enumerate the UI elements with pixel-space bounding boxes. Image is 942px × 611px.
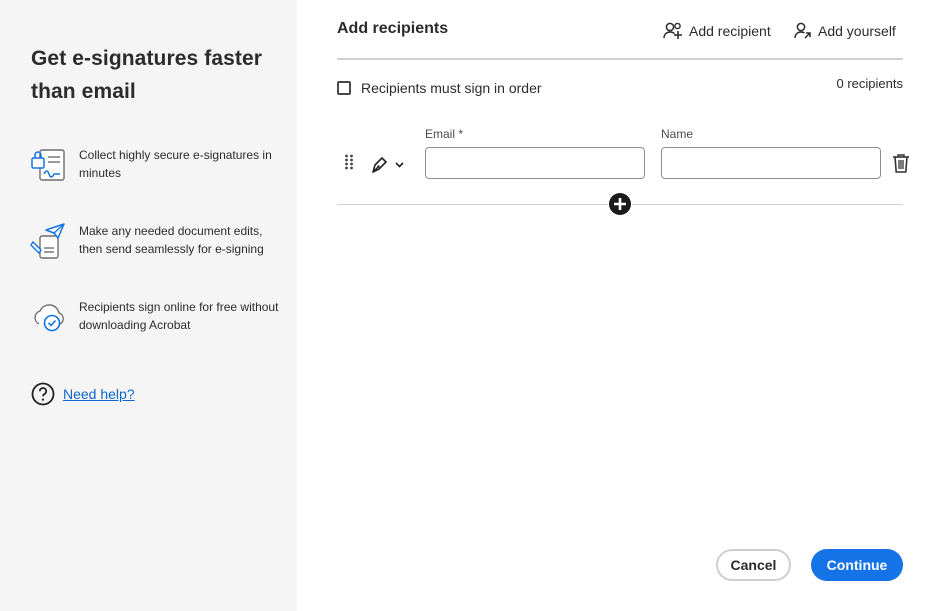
add-recipient-button[interactable]: Add recipient	[663, 20, 771, 42]
required-marker: *	[458, 127, 464, 141]
role-selector[interactable]	[369, 154, 409, 174]
page-title: Add recipients	[337, 20, 449, 37]
feature-secure-signatures: Collect highly secure e-signatures in mi…	[30, 146, 290, 186]
email-label-group: Email *	[425, 127, 463, 141]
feature-text: Recipients sign online for free without …	[79, 300, 279, 332]
need-help-link[interactable]: Need help?	[63, 386, 135, 402]
drag-handle-icon[interactable]	[344, 154, 354, 170]
feature-sign-online: Recipients sign online for free without …	[30, 298, 290, 338]
add-recipient-plus-icon[interactable]	[608, 192, 632, 216]
pen-icon	[372, 157, 387, 173]
sign-in-order-checkbox[interactable]	[337, 81, 351, 95]
continue-button[interactable]: Continue	[811, 549, 903, 581]
add-recipient-label: Add recipient	[689, 23, 771, 39]
add-yourself-button[interactable]: Add yourself	[794, 20, 896, 42]
left-panel-title: Get e-signatures faster than email	[31, 47, 263, 103]
left-panel: Get e-signatures faster than email Colle…	[0, 0, 297, 611]
email-label: Email	[425, 127, 456, 141]
delete-recipient-icon[interactable]	[892, 153, 910, 173]
email-field[interactable]	[425, 147, 645, 179]
add-yourself-label: Add yourself	[818, 23, 896, 39]
edit-send-icon	[30, 223, 65, 259]
name-field[interactable]	[661, 147, 881, 179]
recipient-count: 0 recipients	[836, 76, 903, 91]
sign-in-order-option[interactable]: Recipients must sign in order	[337, 79, 542, 97]
cloud-check-icon	[34, 304, 64, 332]
add-yourself-icon	[794, 22, 811, 39]
chevron-down-icon	[395, 162, 404, 168]
header-divider	[337, 58, 903, 60]
sign-in-order-label: Recipients must sign in order	[361, 80, 542, 96]
add-person-icon	[663, 22, 682, 39]
cancel-button[interactable]: Cancel	[716, 549, 791, 581]
name-label: Name	[661, 127, 694, 141]
feature-text: Collect highly secure e-signatures in mi…	[79, 148, 272, 180]
question-circle-icon	[31, 382, 55, 406]
secure-signature-icon	[31, 149, 65, 181]
feature-text: Make any needed document edits, then sen…	[79, 224, 264, 256]
feature-edit-send: Make any needed document edits, then sen…	[30, 222, 290, 262]
